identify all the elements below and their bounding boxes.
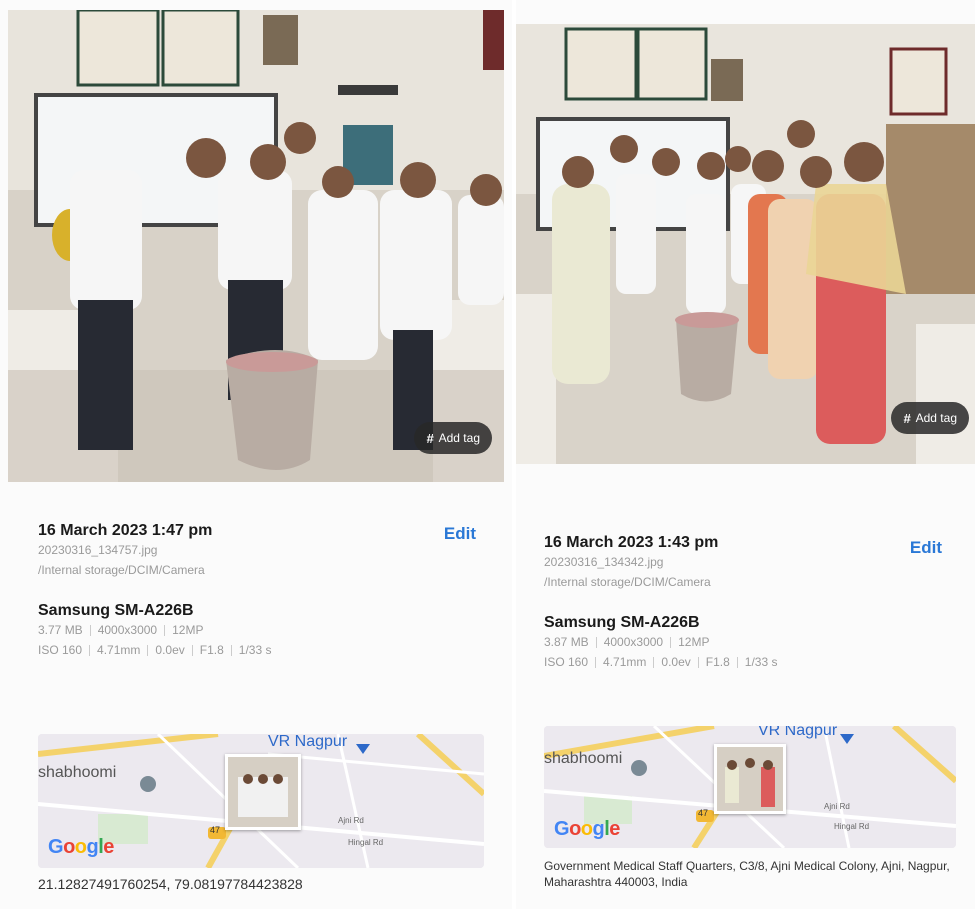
- add-tag-button[interactable]: # Add tag: [891, 402, 969, 434]
- location-address: Government Medical Staff Quarters, C3/8,…: [544, 859, 950, 889]
- file-specs: 3.77 MB 4000x3000 12MP: [38, 620, 478, 640]
- photo-lab-students[interactable]: # Add tag: [8, 10, 504, 482]
- map-label-vr-nagpur: VR Nagpur: [758, 726, 838, 739]
- camera-specs: ISO 160 4.71mm 0.0ev F1.8 1/33 s: [544, 652, 944, 672]
- aperture: F1.8: [199, 643, 224, 657]
- device-name: Samsung SM-A226B: [38, 602, 194, 619]
- file-path: /Internal storage/DCIM/Camera: [544, 575, 711, 589]
- map-label-place: shabhoomi: [38, 764, 117, 781]
- shutter-speed: 1/33 s: [238, 643, 272, 657]
- photo-lab-group[interactable]: # Add tag: [516, 24, 975, 464]
- google-logo: Google: [48, 836, 114, 858]
- focal-length: 4.71mm: [97, 643, 141, 657]
- photo-illustration: [8, 10, 504, 482]
- thumbnail-image: [717, 747, 783, 811]
- map-road-label: Ajni Rd: [824, 802, 850, 811]
- resolution: 4000x3000: [97, 623, 158, 637]
- edit-button[interactable]: Edit: [910, 538, 942, 558]
- divider: [595, 636, 597, 648]
- divider: [697, 656, 699, 668]
- divider: [736, 656, 738, 668]
- file-size: 3.87 MB: [544, 635, 589, 649]
- map-label-place: shabhoomi: [544, 750, 623, 767]
- edit-button[interactable]: Edit: [444, 524, 476, 544]
- photo-date: 16 March 2023 1:43 pm: [544, 534, 719, 551]
- file-name: 20230316_134757.jpg: [38, 543, 158, 557]
- location-map[interactable]: VR Nagpur shabhoomi 47 Ajni Rd Hingal Rd…: [544, 726, 956, 848]
- photo-details-panel-right: # Add tag 16 March 2023 1:43 pm Edit 202…: [516, 0, 975, 909]
- file-path: /Internal storage/DCIM/Camera: [38, 563, 205, 577]
- divider: [653, 656, 655, 668]
- shutter-speed: 1/33 s: [744, 655, 778, 669]
- megapixels: 12MP: [172, 623, 204, 637]
- photo-info: 16 March 2023 1:47 pm Edit 20230316_1347…: [38, 522, 478, 660]
- divider: [164, 624, 166, 636]
- map-road-label: Hingal Rd: [834, 822, 870, 831]
- map-photo-thumbnail: [714, 744, 786, 814]
- add-tag-button[interactable]: # Add tag: [414, 422, 492, 454]
- iso: ISO 160: [38, 643, 83, 657]
- location-map[interactable]: VR Nagpur shabhoomi 47 Ajni Rd Hingal Rd…: [38, 734, 484, 868]
- add-tag-label: Add tag: [915, 411, 957, 425]
- file-specs: 3.87 MB 4000x3000 12MP: [544, 632, 944, 652]
- map-label-vr-nagpur: VR Nagpur: [268, 734, 348, 750]
- map-road-label: Hingal Rd: [348, 838, 384, 847]
- file-name: 20230316_134342.jpg: [544, 555, 664, 569]
- exposure: 0.0ev: [661, 655, 691, 669]
- divider: [191, 644, 193, 656]
- divider: [89, 624, 91, 636]
- file-size: 3.77 MB: [38, 623, 83, 637]
- photo-date: 16 March 2023 1:47 pm: [38, 522, 213, 539]
- photo-illustration: [516, 24, 975, 464]
- google-logo: Google: [554, 818, 620, 840]
- map-photo-thumbnail: [225, 754, 301, 830]
- location-coordinates: 21.12827491760254, 79.08197784423828: [38, 876, 303, 892]
- hash-icon: #: [903, 410, 911, 426]
- hash-icon: #: [426, 430, 434, 446]
- focal-length: 4.71mm: [603, 655, 647, 669]
- camera-specs: ISO 160 4.71mm 0.0ev F1.8 1/33 s: [38, 640, 478, 660]
- divider: [670, 636, 672, 648]
- divider: [147, 644, 149, 656]
- iso: ISO 160: [544, 655, 589, 669]
- photo-details-panel-left: # Add tag 16 March 2023 1:47 pm Edit 202…: [0, 0, 512, 909]
- add-tag-label: Add tag: [438, 431, 480, 445]
- map-road-label: Ajni Rd: [338, 816, 364, 825]
- road-badge: 47: [210, 825, 221, 835]
- divider: [230, 644, 232, 656]
- divider: [89, 644, 91, 656]
- resolution: 4000x3000: [603, 635, 664, 649]
- thumbnail-image: [228, 757, 298, 827]
- device-name: Samsung SM-A226B: [544, 614, 700, 631]
- megapixels: 12MP: [678, 635, 710, 649]
- aperture: F1.8: [705, 655, 730, 669]
- road-badge: 47: [698, 808, 709, 818]
- photo-info: 16 March 2023 1:43 pm Edit 20230316_1343…: [544, 534, 944, 672]
- divider: [595, 656, 597, 668]
- exposure: 0.0ev: [155, 643, 185, 657]
